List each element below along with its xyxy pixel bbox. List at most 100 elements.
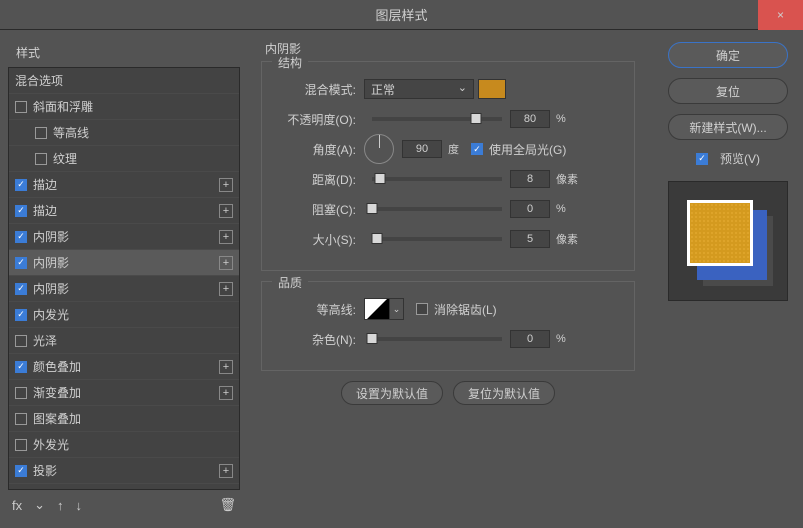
- style-item[interactable]: 斜面和浮雕: [9, 94, 239, 120]
- style-checkbox[interactable]: ✓: [15, 257, 27, 269]
- contour-label: 等高线:: [276, 301, 356, 318]
- cancel-button[interactable]: 复位: [668, 78, 788, 104]
- button-row: 设置为默认值 复位为默认值: [261, 381, 635, 405]
- style-checkbox[interactable]: [15, 335, 27, 347]
- choke-value[interactable]: 0: [510, 200, 550, 218]
- style-checkbox[interactable]: [15, 101, 27, 113]
- noise-unit: %: [556, 333, 566, 345]
- style-checkbox[interactable]: ✓: [15, 465, 27, 477]
- style-checkbox[interactable]: ✓: [15, 283, 27, 295]
- structure-title: 结构: [272, 54, 308, 71]
- chevron-down-icon[interactable]: ⌄: [34, 497, 45, 513]
- antialias-checkbox[interactable]: [416, 303, 428, 315]
- plus-icon[interactable]: +: [219, 282, 233, 296]
- style-item[interactable]: ✓ 颜色叠加 +: [9, 354, 239, 380]
- choke-unit: %: [556, 203, 566, 215]
- style-checkbox[interactable]: [35, 127, 47, 139]
- style-checkbox[interactable]: ✓: [15, 205, 27, 217]
- distance-slider[interactable]: [372, 177, 502, 181]
- style-checkbox[interactable]: ✓: [15, 361, 27, 373]
- style-label: 内阴影: [33, 228, 69, 245]
- style-item[interactable]: 光泽: [9, 328, 239, 354]
- preview-checkbox[interactable]: ✓: [696, 153, 708, 165]
- style-label: 内阴影: [33, 280, 69, 297]
- fx-icon[interactable]: fx: [12, 498, 22, 513]
- noise-slider[interactable]: [372, 337, 502, 341]
- titlebar: 图层样式 ×: [0, 0, 803, 30]
- close-button[interactable]: ×: [758, 0, 803, 30]
- color-swatch[interactable]: [478, 79, 506, 99]
- sidebar: 样式 混合选项 斜面和浮雕等高线纹理✓描边+✓描边+✓内阴影+✓内阴影+✓内阴影…: [0, 30, 243, 528]
- plus-icon[interactable]: +: [219, 256, 233, 270]
- style-item[interactable]: ✓ 内阴影 +: [9, 224, 239, 250]
- angle-value[interactable]: 90: [402, 140, 442, 158]
- arrow-down-icon[interactable]: ↓: [76, 498, 83, 513]
- reset-default-button[interactable]: 复位为默认值: [453, 381, 555, 405]
- global-light-label: 使用全局光(G): [489, 141, 566, 158]
- contour-picker[interactable]: [364, 298, 390, 320]
- blend-mode-select[interactable]: 正常: [364, 79, 474, 99]
- style-item[interactable]: 外发光: [9, 432, 239, 458]
- style-item[interactable]: ✓内阴影+: [9, 250, 239, 276]
- style-checkbox[interactable]: [15, 413, 27, 425]
- structure-fieldset: 结构 混合模式: 正常 不透明度(O): 80 % 角度(A): 90 度 ✓ …: [261, 61, 635, 271]
- size-slider[interactable]: [372, 237, 502, 241]
- style-checkbox[interactable]: [35, 153, 47, 165]
- plus-icon[interactable]: +: [219, 360, 233, 374]
- center-panel: 内阴影 结构 混合模式: 正常 不透明度(O): 80 % 角度(A): 90 …: [243, 30, 653, 528]
- size-value[interactable]: 5: [510, 230, 550, 248]
- preview-toggle[interactable]: ✓ 预览(V): [696, 150, 760, 167]
- plus-icon[interactable]: +: [219, 178, 233, 192]
- plus-icon[interactable]: +: [219, 386, 233, 400]
- choke-slider[interactable]: [372, 207, 502, 211]
- blend-options-item[interactable]: 混合选项: [9, 68, 239, 94]
- new-style-button[interactable]: 新建样式(W)...: [668, 114, 788, 140]
- sidebar-tools: fx ⌄ ↑ ↓ 🗑: [8, 490, 240, 520]
- arrow-up-icon[interactable]: ↑: [57, 498, 64, 513]
- quality-title: 品质: [272, 274, 308, 291]
- opacity-value[interactable]: 80: [510, 110, 550, 128]
- blend-options-label: 混合选项: [15, 72, 63, 89]
- style-checkbox[interactable]: ✓: [15, 179, 27, 191]
- style-checkbox[interactable]: [15, 439, 27, 451]
- style-checkbox[interactable]: ✓: [15, 231, 27, 243]
- contour-dropdown[interactable]: ⌄: [390, 298, 404, 320]
- opacity-slider[interactable]: [372, 117, 502, 121]
- preview-label: 预览(V): [720, 150, 760, 167]
- style-label: 内发光: [33, 306, 69, 323]
- style-item[interactable]: 等高线: [9, 120, 239, 146]
- style-label: 颜色叠加: [33, 358, 81, 375]
- style-label: 描边: [33, 202, 57, 219]
- close-icon: ×: [777, 8, 784, 22]
- blend-mode-label: 混合模式:: [276, 81, 356, 98]
- style-item[interactable]: ✓ 内阴影 +: [9, 276, 239, 302]
- noise-label: 杂色(N):: [276, 331, 356, 348]
- make-default-button[interactable]: 设置为默认值: [341, 381, 443, 405]
- style-item[interactable]: 渐变叠加 +: [9, 380, 239, 406]
- antialias-label: 消除锯齿(L): [434, 301, 497, 318]
- style-item[interactable]: ✓ 描边 +: [9, 198, 239, 224]
- plus-icon[interactable]: +: [219, 230, 233, 244]
- style-item[interactable]: ✓ 描边 +: [9, 172, 239, 198]
- style-checkbox[interactable]: [15, 387, 27, 399]
- global-light-checkbox[interactable]: ✓: [471, 143, 483, 155]
- main-layout: 样式 混合选项 斜面和浮雕等高线纹理✓描边+✓描边+✓内阴影+✓内阴影+✓内阴影…: [0, 30, 803, 528]
- ok-button[interactable]: 确定: [668, 42, 788, 68]
- angle-label: 角度(A):: [276, 141, 356, 158]
- window-title: 图层样式: [375, 5, 427, 24]
- style-label: 描边: [33, 176, 57, 193]
- distance-value[interactable]: 8: [510, 170, 550, 188]
- styles-heading[interactable]: 样式: [8, 38, 240, 67]
- style-item[interactable]: ✓ 内发光: [9, 302, 239, 328]
- trash-icon[interactable]: 🗑: [219, 497, 236, 513]
- plus-icon[interactable]: +: [219, 464, 233, 478]
- style-item[interactable]: 图案叠加: [9, 406, 239, 432]
- angle-dial[interactable]: [364, 134, 394, 164]
- style-item[interactable]: 纹理: [9, 146, 239, 172]
- style-item[interactable]: ✓投影+: [9, 458, 239, 484]
- style-label: 渐变叠加: [33, 384, 81, 401]
- plus-icon[interactable]: +: [219, 204, 233, 218]
- style-checkbox[interactable]: ✓: [15, 309, 27, 321]
- size-unit: 像素: [556, 231, 578, 247]
- noise-value[interactable]: 0: [510, 330, 550, 348]
